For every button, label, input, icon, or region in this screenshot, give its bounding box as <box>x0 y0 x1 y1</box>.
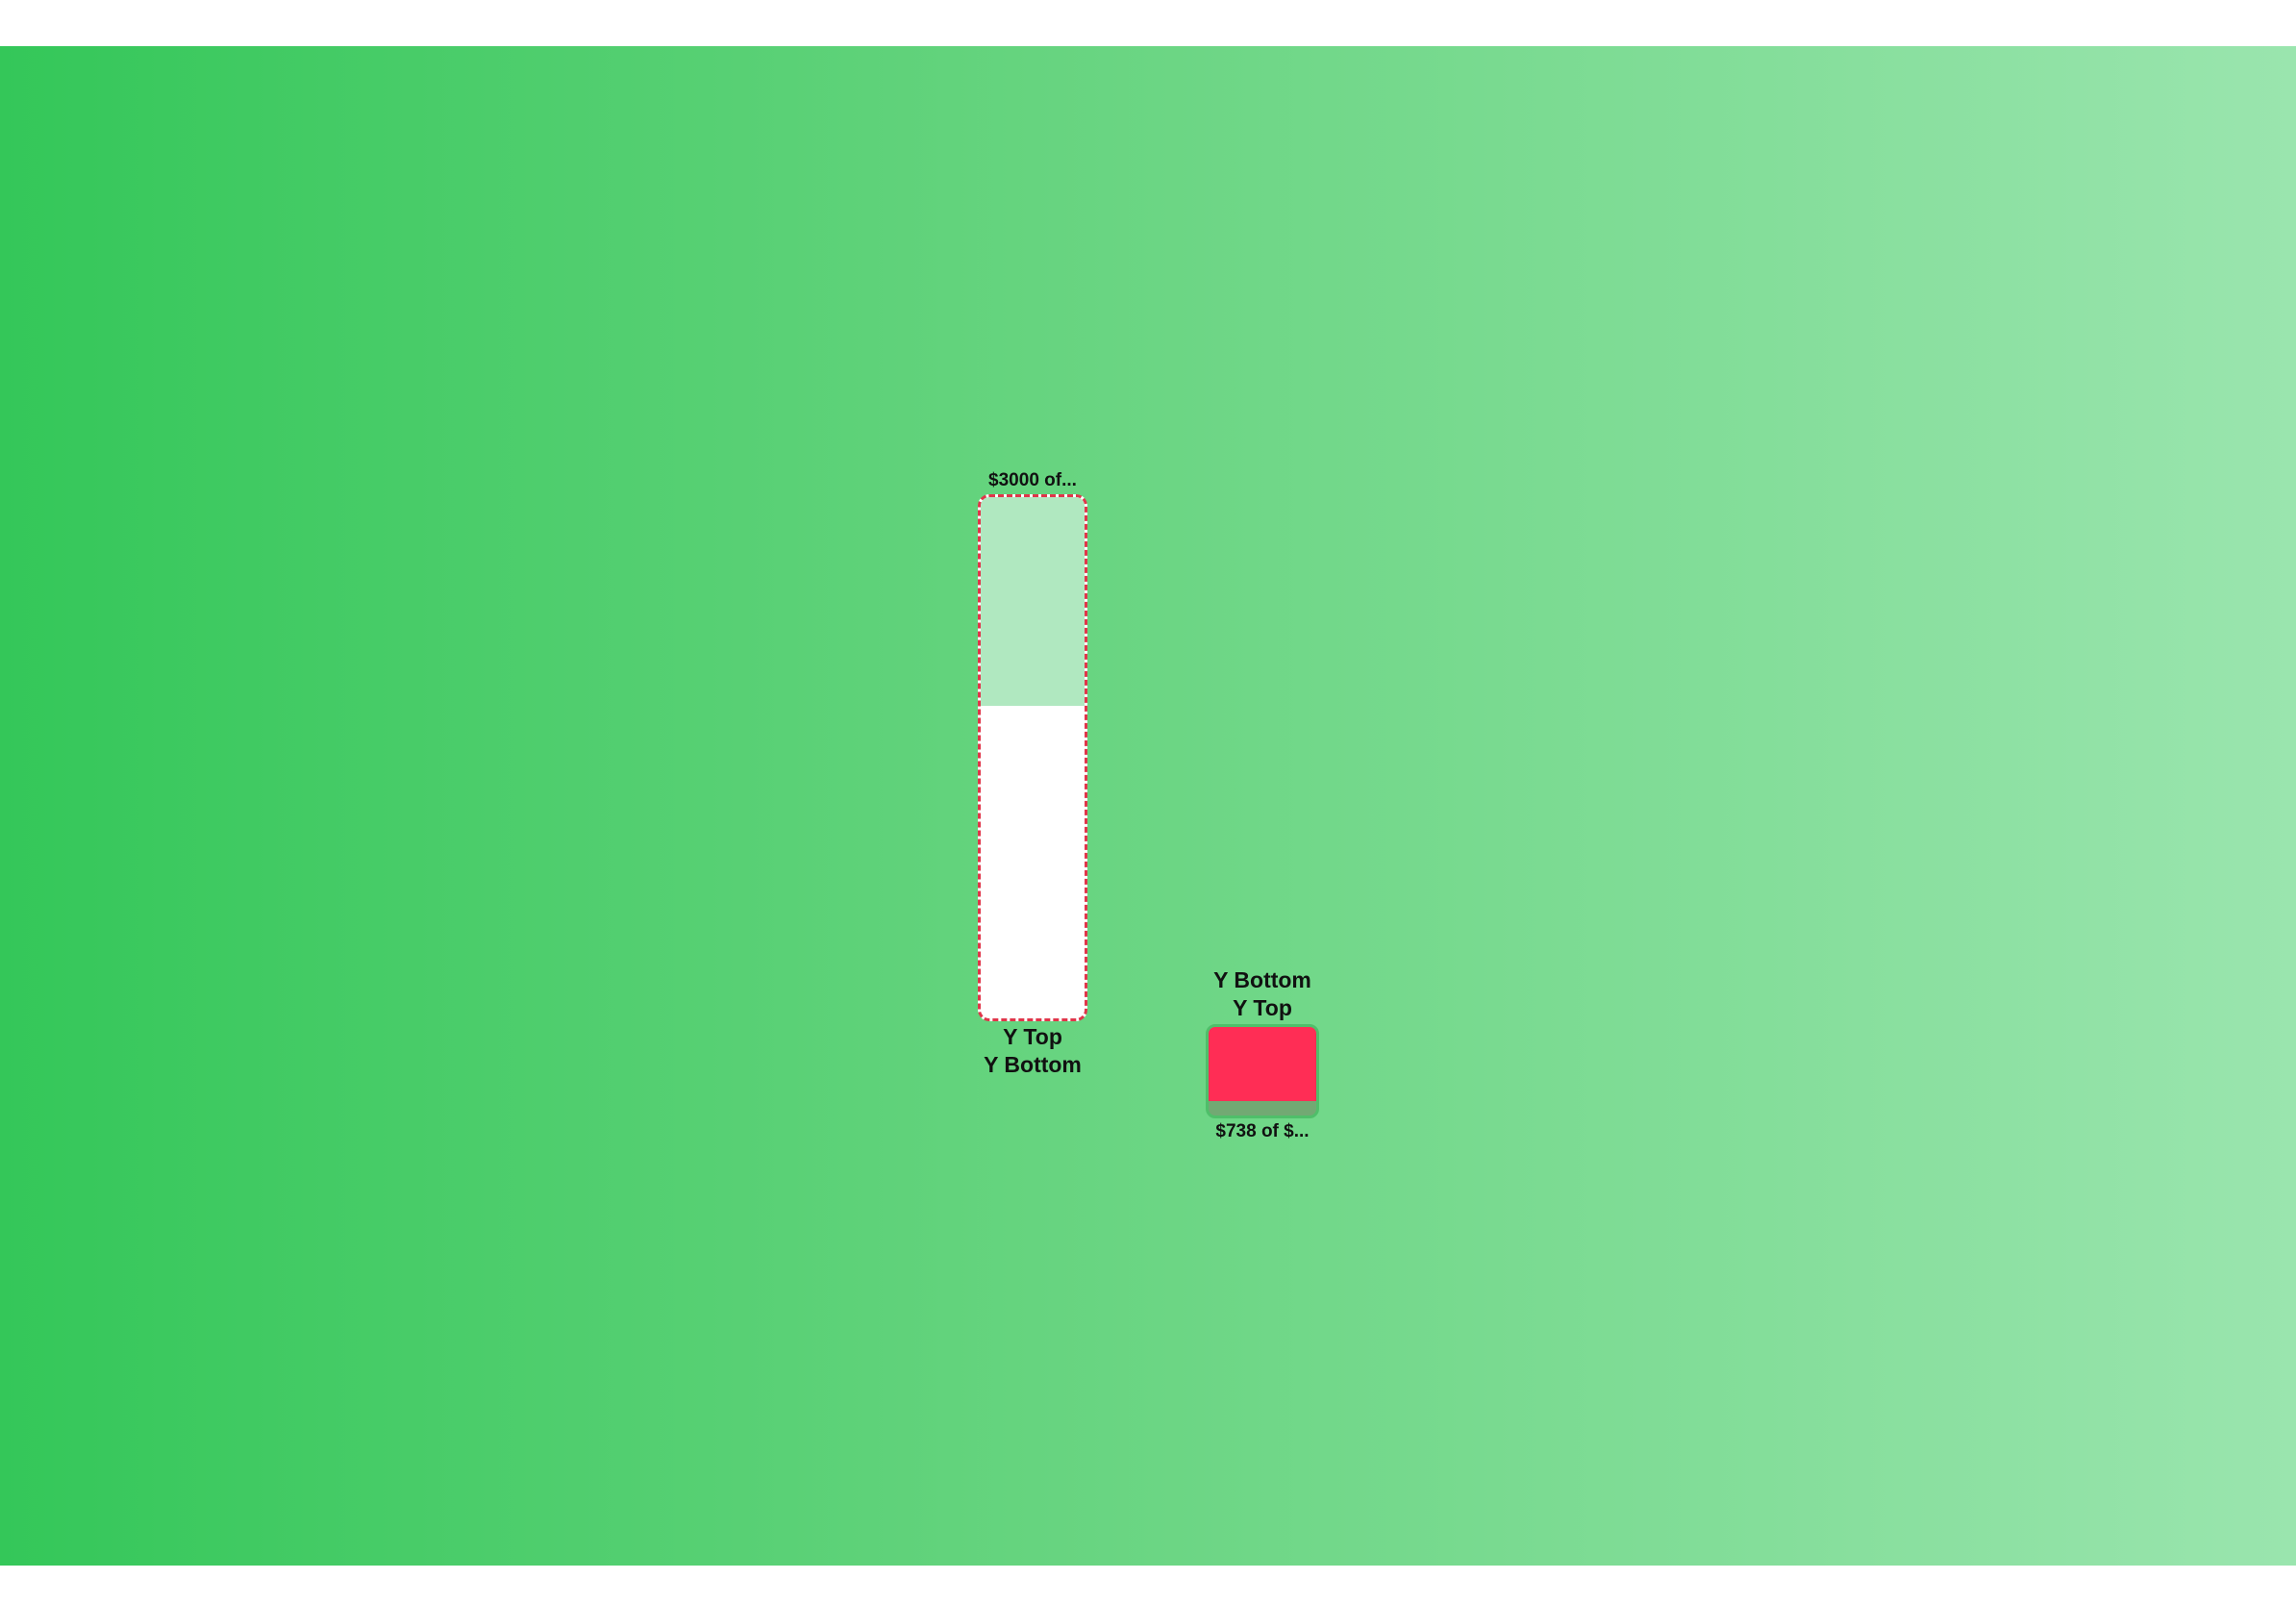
goal-1-progress-bar[interactable] <box>978 494 1087 1021</box>
goal-1-label-bottom: Y Bottom <box>984 1052 1082 1077</box>
goal-1-label-top: Y Top <box>1003 1024 1062 1049</box>
goal-2-progress-bar[interactable] <box>1206 1024 1319 1118</box>
goal-1-axis-labels: Y Top Y Bottom <box>984 1023 1082 1079</box>
goal-card-2[interactable]: Y Bottom Y Top $738 of $... <box>1205 966 1320 1143</box>
goal-2-label-bottom: Y Top <box>1233 995 1292 1020</box>
goal-2-amount-label: $738 of $... <box>1215 1121 1310 1141</box>
goal-1-amount-label: $3000 of... <box>988 470 1077 490</box>
background-canvas: $3000 of... Y Top Y Bottom Y Bottom Y To… <box>0 46 2296 1566</box>
goal-2-axis-labels: Y Bottom Y Top <box>1213 966 1311 1022</box>
goal-2-label-top: Y Bottom <box>1213 967 1311 992</box>
goal-2-progress-fill <box>1209 1027 1316 1102</box>
goal-card-1[interactable]: $3000 of... Y Top Y Bottom <box>975 469 1090 1079</box>
goal-1-progress-fill <box>981 497 1085 706</box>
